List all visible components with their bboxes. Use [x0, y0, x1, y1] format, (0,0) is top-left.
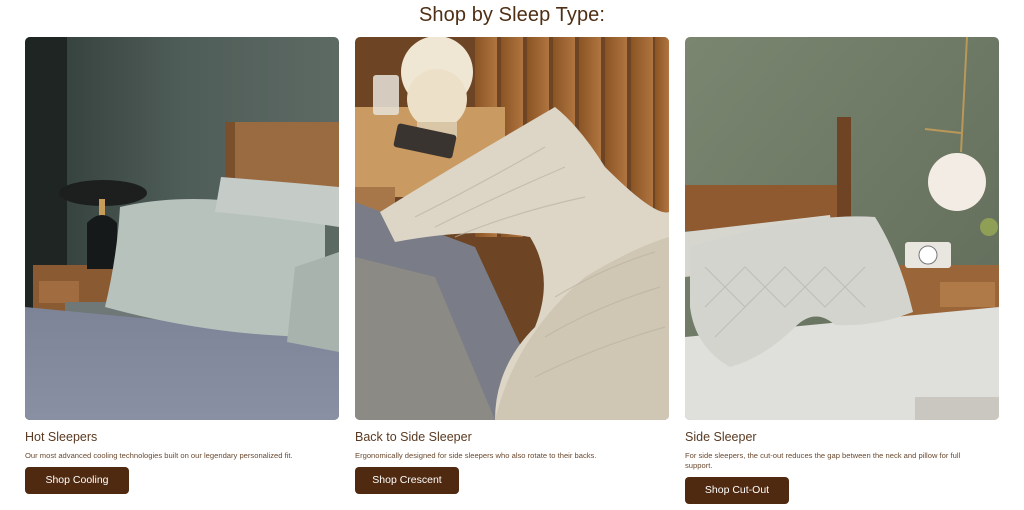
back-to-side-sleeper-image[interactable]: [355, 37, 669, 420]
hot-sleepers-image[interactable]: [25, 37, 339, 420]
card-title: Side Sleeper: [685, 430, 757, 444]
product-card-side-sleeper: Side Sleeper For side sleepers, the cut-…: [685, 37, 999, 504]
product-card-hot-sleepers: Hot Sleepers Our most advanced cooling t…: [25, 37, 339, 494]
card-title: Hot Sleepers: [25, 430, 98, 444]
shop-cut-out-button[interactable]: Shop Cut-Out: [685, 477, 789, 504]
section-title: Shop by Sleep Type:: [418, 4, 606, 26]
side-sleeper-image[interactable]: [685, 37, 999, 420]
shop-crescent-button[interactable]: Shop Crescent: [355, 467, 459, 494]
shop-cooling-button[interactable]: Shop Cooling: [25, 467, 129, 494]
card-description: Ergonomically designed for side sleepers…: [355, 451, 597, 460]
card-title: Back to Side Sleeper: [355, 430, 472, 444]
card-description: Our most advanced cooling technologies b…: [25, 451, 293, 460]
product-card-back-to-side-sleeper: Back to Side Sleeper Ergonomically desig…: [355, 37, 669, 494]
card-description: For side sleepers, the cut-out reduces t…: [685, 451, 961, 470]
